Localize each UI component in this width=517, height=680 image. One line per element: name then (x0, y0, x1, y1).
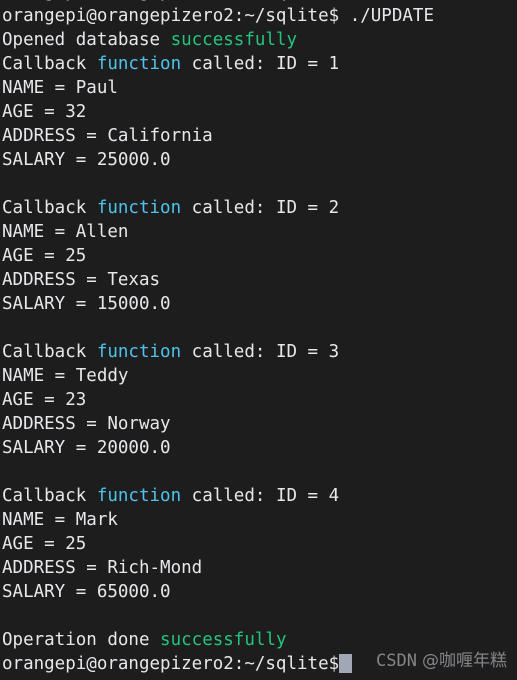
callback-suffix-1: called: ID = 1 (181, 54, 340, 74)
record-name-4: NAME = Mark (2, 510, 118, 530)
operation-done-label: Operation done (2, 630, 161, 650)
callback-suffix-2: called: ID = 2 (181, 198, 340, 218)
command-text: ./UPDATE (349, 6, 434, 26)
record-name-3: NAME = Teddy (2, 366, 129, 386)
prompt-line-command: orangepi@orangepizero2:~/sqlite$ ./UPDAT… (2, 4, 515, 28)
record-age-2: AGE = 25 (2, 246, 87, 266)
blank-line-1 (2, 172, 515, 196)
prompt-string: orangepi@orangepizero2:~/sqlite$ (2, 6, 340, 26)
callback-suffix-4: called: ID = 4 (181, 486, 340, 506)
callback-keyword-2: function (96, 198, 182, 218)
callback-prefix-1: Callback (2, 54, 97, 74)
record-address-4: ADDRESS = Rich-Mond (2, 558, 203, 578)
blank-line-4 (2, 604, 515, 628)
callback-keyword-1: function (96, 54, 182, 74)
record-address-3: ADDRESS = Norway (2, 414, 171, 434)
callback-header-3: Callback function called: ID = 3 (2, 340, 515, 364)
blank-line-3 (2, 460, 515, 484)
callback-header-2: Callback function called: ID = 2 (2, 196, 515, 220)
record-name-1: NAME = Paul (2, 78, 118, 98)
opened-database-status: successfully (170, 30, 298, 50)
output-operation-done: Operation done successfully (2, 628, 515, 652)
record-salary-4: SALARY = 65000.0 (2, 582, 171, 602)
callback-suffix-3: called: ID = 3 (181, 342, 340, 362)
record-age-1: AGE = 32 (2, 102, 87, 122)
record-age-4: AGE = 25 (2, 534, 87, 554)
prompt-string-active: orangepi@orangepizero2:~/sqlite$ (2, 654, 340, 674)
callback-keyword-3: function (96, 342, 182, 362)
callback-prefix-2: Callback (2, 198, 97, 218)
record-salary-2: SALARY = 15000.0 (2, 294, 171, 314)
text-cursor[interactable] (339, 654, 352, 673)
record-salary-1: SALARY = 25000.0 (2, 150, 171, 170)
output-opened-database: Opened database successfully (2, 28, 515, 52)
prompt-line-active[interactable]: orangepi@orangepizero2:~/sqlite$ (2, 652, 515, 676)
record-age-3: AGE = 23 (2, 390, 87, 410)
terminal-window[interactable]: orangepi@orangepizero2:~/sqlite$ ./UPDAT… (0, 0, 517, 680)
callback-prefix-3: Callback (2, 342, 97, 362)
callback-header-1: Callback function called: ID = 1 (2, 52, 515, 76)
blank-line-2 (2, 316, 515, 340)
callback-keyword-4: function (96, 486, 182, 506)
callback-header-4: Callback function called: ID = 4 (2, 484, 515, 508)
record-salary-3: SALARY = 20000.0 (2, 438, 171, 458)
record-name-2: NAME = Allen (2, 222, 129, 242)
terminal-screen: orangepi@orangepizero2:~/sqlite$ ./UPDAT… (0, 0, 517, 676)
callback-prefix-4: Callback (2, 486, 97, 506)
operation-done-status: successfully (160, 630, 287, 650)
record-address-2: ADDRESS = Texas (2, 270, 161, 290)
opened-database-label: Opened database (2, 30, 171, 50)
record-address-1: ADDRESS = California (2, 126, 213, 146)
